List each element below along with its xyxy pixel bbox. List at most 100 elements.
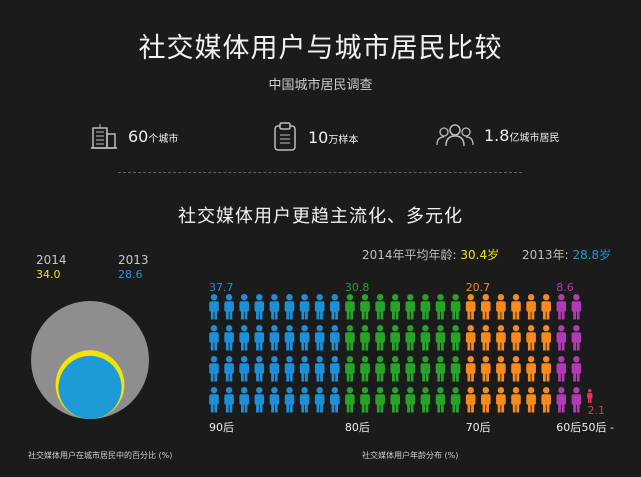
person-80后	[405, 356, 416, 382]
person-80后	[405, 294, 416, 320]
person-90后	[330, 356, 340, 382]
person-90后	[269, 294, 280, 320]
person-90后	[239, 387, 249, 413]
person-90后	[269, 356, 280, 382]
person-80后	[405, 387, 416, 413]
value-label-90后: 37.7	[209, 281, 234, 294]
pictogram-caption: 社交媒体用户年龄分布 (%)	[362, 451, 459, 460]
person-80后	[360, 387, 370, 413]
person-90后	[284, 356, 295, 382]
person-90后	[299, 387, 310, 413]
person-80后	[420, 325, 431, 351]
person-90后	[284, 325, 295, 351]
person-80后	[390, 356, 400, 382]
person-70后	[511, 387, 521, 413]
person-90后	[314, 356, 325, 382]
person-90后	[314, 294, 325, 320]
person-90后	[269, 387, 280, 413]
person-90后	[209, 325, 219, 351]
person-70后	[526, 294, 536, 320]
value-label-80后: 30.8	[345, 281, 370, 294]
person-90后	[239, 294, 249, 320]
bubble-caption: 社交媒体用户在城市居民中的百分比 (%)	[28, 451, 173, 460]
person-80后	[435, 356, 446, 382]
person-70后	[465, 294, 476, 320]
person-70后	[526, 387, 536, 413]
person-50后	[587, 389, 593, 404]
person-90后	[254, 387, 265, 413]
person-70后	[541, 356, 551, 382]
person-60后	[556, 387, 567, 413]
person-80后	[345, 356, 355, 382]
person-70后	[465, 325, 476, 351]
value-label-50后: 2.1	[588, 404, 606, 417]
person-60后	[556, 356, 567, 382]
age-pictogram-chart: 37.7 90后 30.8 80后 20.7 70后 8.6 60后 2.1 50后 -	[209, 281, 614, 434]
person-80后	[345, 294, 355, 320]
person-90后	[314, 325, 325, 351]
person-90后	[209, 356, 219, 382]
person-80后	[405, 325, 416, 351]
person-80后	[435, 294, 446, 320]
person-80后	[345, 387, 355, 413]
person-90后	[254, 325, 265, 351]
person-80后	[390, 325, 400, 351]
person-60后	[556, 325, 567, 351]
person-90后	[239, 325, 249, 351]
person-90后	[224, 325, 234, 351]
person-80后	[435, 387, 446, 413]
person-90后	[299, 356, 310, 382]
person-60后	[571, 387, 582, 413]
person-80后	[375, 387, 385, 413]
person-90后	[314, 387, 325, 413]
person-70后	[496, 294, 506, 320]
person-80后	[450, 387, 461, 413]
person-70后	[496, 356, 506, 382]
person-70后	[481, 387, 491, 413]
person-90后	[330, 387, 340, 413]
person-90后	[224, 387, 234, 413]
person-80后	[450, 325, 461, 351]
person-70后	[526, 325, 536, 351]
person-90后	[299, 325, 310, 351]
person-70后	[511, 325, 521, 351]
person-70后	[526, 356, 536, 382]
person-70后	[496, 325, 506, 351]
person-80后	[420, 356, 431, 382]
person-60后	[571, 356, 582, 382]
person-80后	[390, 294, 400, 320]
person-90后	[330, 325, 340, 351]
person-70后	[541, 294, 551, 320]
person-90后	[284, 294, 295, 320]
person-80后	[375, 325, 385, 351]
category-label-80后: 80后	[345, 421, 370, 434]
category-label-70后: 70后	[466, 421, 491, 434]
person-90后	[224, 294, 234, 320]
person-90后	[284, 387, 295, 413]
person-80后	[375, 356, 385, 382]
person-70后	[481, 294, 491, 320]
person-90后	[299, 294, 310, 320]
person-70后	[465, 387, 476, 413]
person-90后	[209, 294, 219, 320]
value-label-60后: 8.6	[556, 281, 574, 294]
person-70后	[541, 325, 551, 351]
person-70后	[511, 294, 521, 320]
person-90后	[209, 387, 219, 413]
category-label-90后: 90后	[209, 421, 234, 434]
person-60后	[556, 294, 567, 320]
person-60后	[571, 294, 582, 320]
person-80后	[360, 356, 370, 382]
person-70后	[511, 356, 521, 382]
person-80后	[450, 294, 461, 320]
person-80后	[450, 356, 461, 382]
category-label-60后: 60后	[556, 421, 581, 434]
person-80后	[360, 294, 370, 320]
person-70后	[481, 356, 491, 382]
person-80后	[345, 325, 355, 351]
person-80后	[420, 294, 431, 320]
person-80后	[420, 387, 431, 413]
person-80后	[435, 325, 446, 351]
person-90后	[269, 325, 280, 351]
person-70后	[465, 356, 476, 382]
